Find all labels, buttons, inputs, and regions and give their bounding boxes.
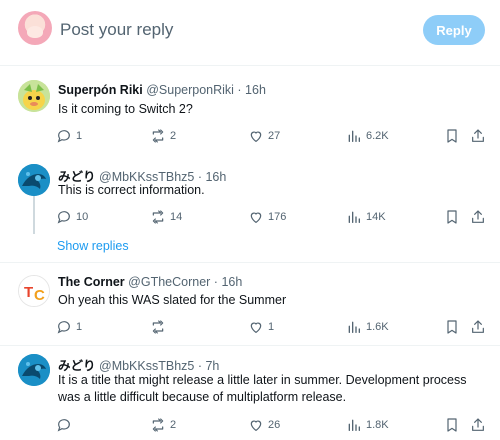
views-action[interactable]: 6.2K [346, 127, 389, 145]
show-replies-link[interactable]: Show replies [57, 239, 129, 253]
reply-post[interactable]: みどり @MbKKssTBhz5 · 16h This is correct i… [0, 156, 500, 234]
post-header: The Corner @GTheCorner · 16h [58, 275, 242, 289]
svg-text:T: T [24, 284, 33, 301]
display-name[interactable]: Superpón Riki [58, 83, 143, 97]
action-bar: 2 26 1.8K [52, 416, 484, 434]
share-icon [472, 320, 484, 333]
repost-count: 14 [170, 211, 183, 223]
post-text: Is it coming to Switch 2? [58, 102, 193, 116]
views-icon [348, 130, 360, 142]
reply-action[interactable] [56, 416, 76, 434]
avatar[interactable] [18, 164, 50, 196]
bookmark-icon [447, 418, 457, 432]
repost-count: 2 [170, 419, 177, 431]
post-text: It is a title that might release a littl… [58, 373, 467, 404]
bookmark-icon [447, 320, 457, 334]
repost-action[interactable] [150, 318, 170, 336]
handle-time[interactable]: @SuperponRiki · 16h [146, 83, 266, 97]
reply-action[interactable]: 1 [56, 127, 82, 145]
display-name[interactable]: みどり [58, 359, 96, 373]
share-action[interactable] [470, 208, 486, 226]
avatar-image [18, 354, 50, 386]
reply-action[interactable]: 1 [56, 318, 82, 336]
views-icon [348, 321, 360, 333]
avatar-image [18, 80, 50, 112]
reply-icon [57, 419, 70, 432]
bookmark-action[interactable] [444, 208, 460, 226]
like-count: 26 [268, 419, 281, 431]
like-icon [250, 212, 262, 224]
views-count: 6.2K [366, 130, 389, 142]
avatar[interactable] [18, 354, 50, 386]
svg-text:C: C [34, 287, 45, 304]
repost-icon [152, 418, 164, 432]
avatar[interactable] [18, 80, 50, 112]
like-icon [250, 131, 262, 143]
like-action[interactable]: 1 [248, 318, 274, 336]
views-action[interactable]: 1.6K [346, 318, 389, 336]
reply-action[interactable]: 10 [56, 208, 88, 226]
views-icon [348, 419, 360, 431]
avatar[interactable] [18, 11, 52, 45]
reply-composer: Post your reply Reply [0, 0, 500, 66]
repost-icon [152, 129, 164, 143]
reply-post[interactable]: みどり @MbKKssTBhz5 · 7h It is a title that… [0, 346, 500, 440]
repost-action[interactable]: 2 [150, 416, 176, 434]
views-action[interactable]: 14K [346, 208, 386, 226]
like-action[interactable]: 26 [248, 416, 280, 434]
views-count: 14K [366, 211, 386, 223]
reply-count: 1 [76, 321, 83, 333]
views-count: 1.6K [366, 321, 389, 333]
like-count: 1 [268, 321, 275, 333]
like-count: 176 [268, 211, 287, 223]
repost-action[interactable]: 2 [150, 127, 176, 145]
repost-icon [152, 210, 164, 224]
reply-count: 1 [76, 130, 83, 142]
reply-icon [57, 211, 70, 224]
reply-count: 10 [76, 211, 89, 223]
reply-icon [57, 321, 70, 334]
reply-button[interactable]: Reply [423, 15, 485, 45]
share-icon [472, 418, 484, 431]
avatar[interactable]: T C [18, 275, 50, 307]
share-action[interactable] [470, 318, 486, 336]
reply-icon [57, 130, 70, 143]
bookmark-icon [447, 129, 457, 143]
repost-icon [152, 320, 164, 334]
like-action[interactable]: 176 [248, 208, 286, 226]
reply-post[interactable]: T C The Corner @GTheCorner · 16h Oh yeah… [0, 263, 500, 345]
like-action[interactable]: 27 [248, 127, 280, 145]
reply-input[interactable]: Post your reply [60, 20, 173, 40]
like-count: 27 [268, 130, 281, 142]
bookmark-icon [447, 210, 457, 224]
repost-action[interactable]: 14 [150, 208, 182, 226]
avatar-image [18, 164, 50, 196]
share-action[interactable] [470, 416, 486, 434]
handle-time[interactable]: @GTheCorner · 16h [128, 275, 242, 289]
bookmark-action[interactable] [444, 127, 460, 145]
like-icon [250, 322, 262, 334]
post-text: This is correct information. [58, 183, 205, 197]
post-text: Oh yeah this WAS slated for the Summer [58, 293, 287, 307]
bookmark-action[interactable] [444, 416, 460, 434]
share-action[interactable] [470, 127, 486, 145]
like-icon [250, 420, 262, 432]
avatar-image: T C [19, 276, 49, 306]
action-bar: 10 14 176 14K [52, 208, 484, 226]
repost-count: 2 [170, 130, 177, 142]
bookmark-action[interactable] [444, 318, 460, 336]
views-action[interactable]: 1.8K [346, 416, 389, 434]
views-icon [348, 211, 360, 223]
post-header: Superpón Riki @SuperponRiki · 16h [58, 83, 266, 97]
display-name[interactable]: The Corner [58, 275, 125, 289]
action-bar: 1 1 1.6K [52, 318, 484, 336]
views-count: 1.8K [366, 419, 389, 431]
handle-time[interactable]: @MbKKssTBhz5 · 7h [99, 359, 219, 373]
action-bar: 1 2 27 6.2K [52, 127, 484, 145]
share-icon [472, 129, 484, 142]
reply-post[interactable]: Superpón Riki @SuperponRiki · 16h Is it … [0, 66, 500, 156]
share-icon [472, 210, 484, 223]
